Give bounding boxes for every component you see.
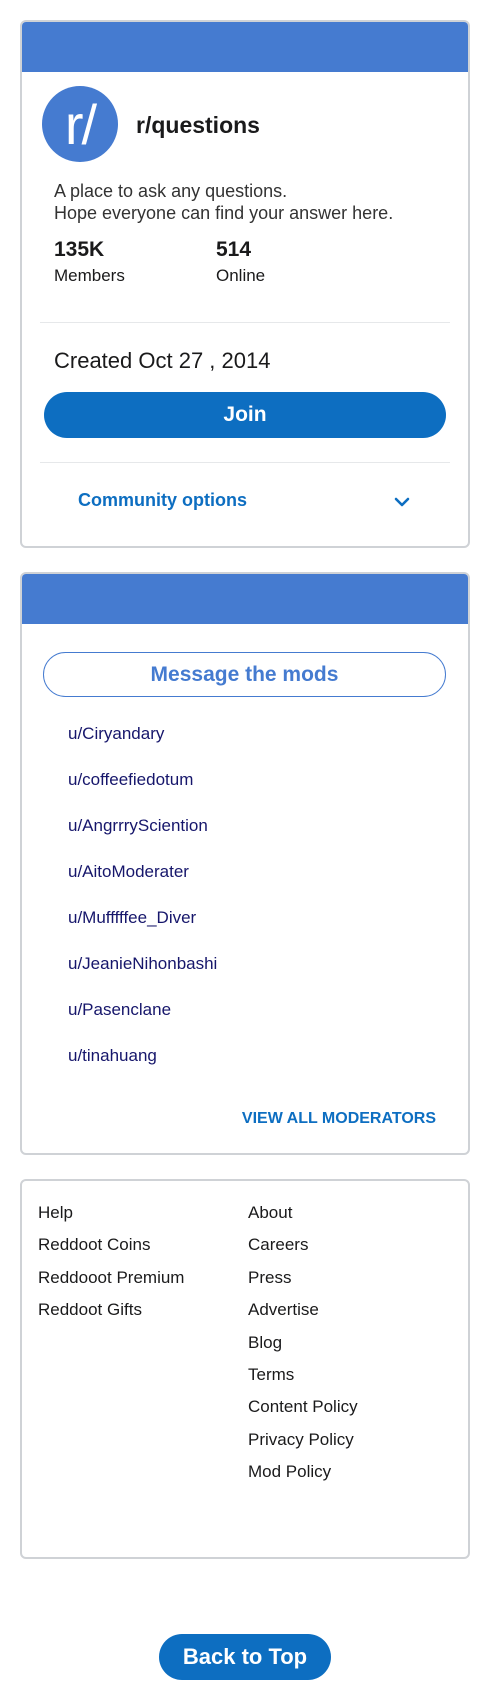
moderator-link[interactable]: u/JeanieNihonbashi	[68, 954, 217, 1000]
online-label: Online	[216, 266, 266, 285]
moderators-card: Message the mods u/Ciryandary u/coffeefi…	[20, 572, 470, 1155]
footer-link[interactable]: Careers	[248, 1235, 358, 1267]
community-name[interactable]: r/questions	[136, 112, 260, 139]
online-count: 514	[216, 238, 252, 261]
join-button[interactable]: Join	[44, 392, 446, 438]
footer-link[interactable]: Blog	[248, 1333, 358, 1365]
footer-links-left: Help Reddoot Coins Reddooot Premium Redd…	[38, 1203, 184, 1333]
footer-link[interactable]: Press	[248, 1268, 358, 1300]
description-line: Hope everyone can find your answer here.	[54, 203, 394, 223]
footer-link[interactable]: Advertise	[248, 1300, 358, 1332]
community-avatar-icon[interactable]: r/	[42, 86, 118, 162]
description-line: A place to ask any questions.	[54, 181, 288, 201]
moderator-link[interactable]: u/Ciryandary	[68, 724, 217, 770]
moderator-link[interactable]: u/AitoModerater	[68, 862, 217, 908]
created-date: Created Oct 27 , 2014	[54, 348, 271, 373]
divider	[40, 462, 450, 463]
footer-link[interactable]: Reddooot Premium	[38, 1268, 184, 1300]
moderator-link[interactable]: u/AngrrrySciention	[68, 816, 217, 862]
members-label: Members	[54, 266, 125, 285]
moderator-link[interactable]: u/tinahuang	[68, 1046, 217, 1092]
footer-links-right: About Careers Press Advertise Blog Terms…	[248, 1203, 358, 1495]
moderator-link[interactable]: u/Pasenclane	[68, 1000, 217, 1046]
community-info-card: r/ r/questions A place to ask any questi…	[20, 20, 470, 548]
footer-link[interactable]: Reddoot Gifts	[38, 1300, 184, 1332]
footer-link[interactable]: Content Policy	[248, 1397, 358, 1429]
footer-link[interactable]: Terms	[248, 1365, 358, 1397]
moderator-list: u/Ciryandary u/coffeefiedotum u/AngrrryS…	[68, 724, 217, 1092]
footer-links-card: Help Reddoot Coins Reddooot Premium Redd…	[20, 1179, 470, 1559]
moderator-link[interactable]: u/Mufffffee_Diver	[68, 908, 217, 954]
footer-link[interactable]: About	[248, 1203, 358, 1235]
message-mods-button[interactable]: Message the mods	[43, 652, 446, 697]
footer-link[interactable]: Help	[38, 1203, 184, 1235]
divider	[40, 322, 450, 323]
community-options-toggle[interactable]: Community options	[78, 490, 247, 511]
view-all-moderators-link[interactable]: VIEW ALL MODERATORS	[242, 1110, 436, 1128]
community-description: A place to ask any questions. Hope every…	[54, 180, 393, 224]
members-count: 135K	[54, 238, 105, 261]
card-header-banner	[22, 22, 468, 72]
footer-link[interactable]: Mod Policy	[248, 1462, 358, 1494]
moderator-link[interactable]: u/coffeefiedotum	[68, 770, 217, 816]
footer-link[interactable]: Reddoot Coins	[38, 1235, 184, 1267]
chevron-down-icon[interactable]	[394, 496, 410, 508]
back-to-top-button[interactable]: Back to Top	[159, 1634, 331, 1680]
footer-link[interactable]: Privacy Policy	[248, 1430, 358, 1462]
card-header-banner	[22, 574, 468, 624]
